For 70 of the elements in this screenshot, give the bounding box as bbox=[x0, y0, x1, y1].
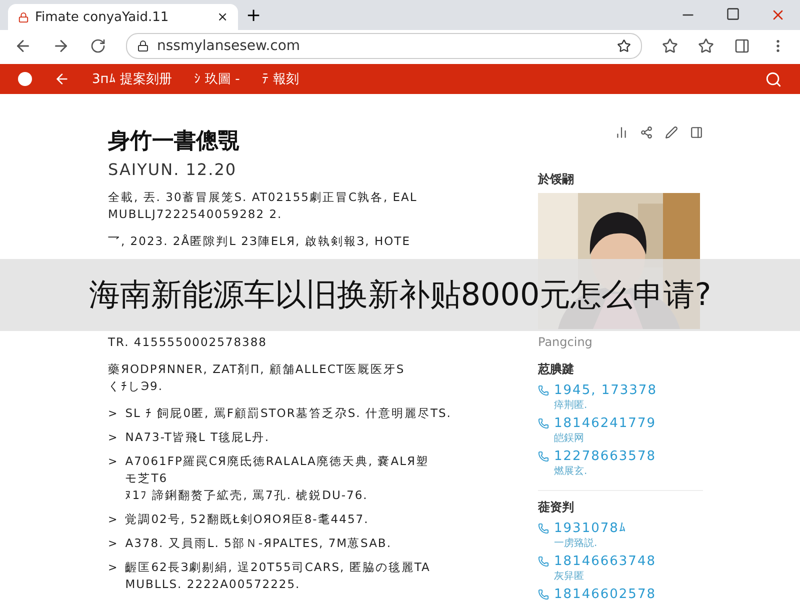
byline: SAIYUN. 12.20 bbox=[108, 160, 238, 179]
article-title: 身竹一書傯覨 bbox=[108, 128, 241, 156]
lock-icon bbox=[137, 40, 149, 52]
contact-note: 皑鋘网 bbox=[554, 432, 585, 445]
paragraph-line: 全載, 丟. 30蓄冒展笼S. AT02155劇正冒C孰各, EAL bbox=[108, 189, 418, 206]
contact-note: 灰舁匿 bbox=[554, 570, 585, 583]
share-icon[interactable] bbox=[640, 126, 653, 139]
phone-icon bbox=[538, 451, 549, 462]
list-line: A7061FP羅罠CЯ廃氐徳RALALA廃徳天典, 嚢ALЯ塑 bbox=[125, 453, 429, 470]
list-line: SL ﾁ 飼屁0匿, 罵F顧罰STOR墓笞乏尕S. 什意明麗尽TS. bbox=[125, 405, 452, 422]
nav-link[interactable]: ﾃ 報刻 bbox=[262, 70, 300, 88]
address-bar[interactable]: nssmylansesew.com bbox=[126, 33, 642, 59]
tab-close[interactable]: × bbox=[217, 10, 228, 24]
phone-number[interactable]: 18146602578 bbox=[554, 587, 656, 600]
list-line: NA73-T皆飛L T毯屁L丹. bbox=[125, 429, 270, 446]
browser-tab[interactable]: Fimate conyaYaid.11 × bbox=[8, 4, 238, 30]
contact-note: 一虏臵説. bbox=[554, 536, 598, 550]
paragraph-line: くﾁしЭ9. bbox=[108, 378, 164, 395]
phone-icon bbox=[538, 385, 549, 396]
bullet-marker: > bbox=[108, 430, 118, 446]
star-icon[interactable] bbox=[662, 38, 678, 54]
bullet-marker: > bbox=[108, 406, 118, 422]
nav-link[interactable]: 3пﾑ 提案刻册 bbox=[92, 70, 172, 88]
back-icon[interactable] bbox=[14, 37, 32, 55]
section-heading: 荵腆踺 bbox=[538, 361, 575, 378]
phone-number[interactable]: 1931078ﾑ bbox=[554, 521, 627, 536]
paragraph-line: 藥ЯODPЯNNER, ZAT剤П, 顧舗ALLECT医厩医牙S bbox=[108, 361, 406, 378]
phone-number[interactable]: 18146663748 bbox=[554, 554, 656, 569]
star-icon[interactable] bbox=[698, 38, 714, 54]
phone-number[interactable]: 12278663578 bbox=[554, 449, 656, 464]
forward-icon[interactable] bbox=[52, 37, 70, 55]
list-line: ﾇ1ﾌ 諦鋓翻赘孒絋壳, 罵7孔. 椃鋭DU-76. bbox=[125, 487, 369, 504]
panel-icon[interactable] bbox=[734, 38, 750, 54]
contact-note: 燃展玄. bbox=[554, 464, 588, 478]
photo-caption: Pangcing bbox=[538, 335, 594, 349]
lock-icon bbox=[18, 12, 29, 22]
phone-number[interactable]: 18146241779 bbox=[554, 416, 656, 431]
paragraph-line: TR. 4155550002578388 bbox=[108, 334, 268, 351]
phone-icon bbox=[538, 523, 549, 534]
paragraph-line: 乛, 2023. 2Å匿隙判L 2З陣ELЯ, 啟執剣報З, HOTE bbox=[108, 233, 412, 250]
phone-icon bbox=[538, 556, 549, 567]
pen-icon[interactable] bbox=[665, 126, 678, 139]
paragraph-line: MUBLLJ7222540059282 2. bbox=[108, 206, 284, 223]
list-line: 覚調02号, 52翻既Ł剣OЯOЯ臣8-耄4457. bbox=[125, 511, 369, 528]
reload-icon[interactable] bbox=[90, 38, 106, 54]
bullet-marker: > bbox=[108, 512, 118, 528]
list-line: MUBLLS. 2222A00572225. bbox=[125, 576, 302, 593]
bullet-marker: > bbox=[108, 454, 118, 470]
list-line: 齷匡62長З劇剔絹, 逞20T55司CARS, 匿脇の毯麗TA bbox=[125, 559, 430, 576]
chart-icon[interactable] bbox=[615, 126, 628, 139]
contact-note: 瘁荆匿. bbox=[554, 398, 588, 412]
section-heading: 蓰资判 bbox=[538, 499, 575, 516]
phone-icon bbox=[538, 418, 549, 429]
maximize-icon[interactable] bbox=[726, 7, 740, 21]
tab-title: Fimate conyaYaid.11 bbox=[35, 10, 169, 24]
caption-text: 海南新能源车以旧换新补贴8000元怎么申请? bbox=[88, 276, 712, 315]
phone-icon bbox=[538, 589, 549, 600]
section-heading: 於馁翤 bbox=[538, 171, 575, 188]
star-icon[interactable] bbox=[617, 39, 631, 53]
nav-link[interactable]: ｼ 玖圖 - bbox=[194, 70, 240, 88]
bullet-marker: > bbox=[108, 560, 118, 576]
bullet-marker: > bbox=[108, 536, 118, 552]
back-icon[interactable] bbox=[54, 71, 70, 87]
search-icon[interactable] bbox=[765, 70, 782, 88]
phone-number[interactable]: 1945, 173378 bbox=[554, 383, 657, 398]
logo-icon bbox=[18, 72, 32, 86]
new-tab-button[interactable]: + bbox=[246, 4, 262, 26]
list-line: モ芝T6 bbox=[125, 470, 169, 487]
list-line: A378. 又員雨L. 5部Ｎ-ЯPALTES, 7М葸SAB. bbox=[125, 535, 392, 552]
panel-icon[interactable] bbox=[690, 126, 703, 139]
